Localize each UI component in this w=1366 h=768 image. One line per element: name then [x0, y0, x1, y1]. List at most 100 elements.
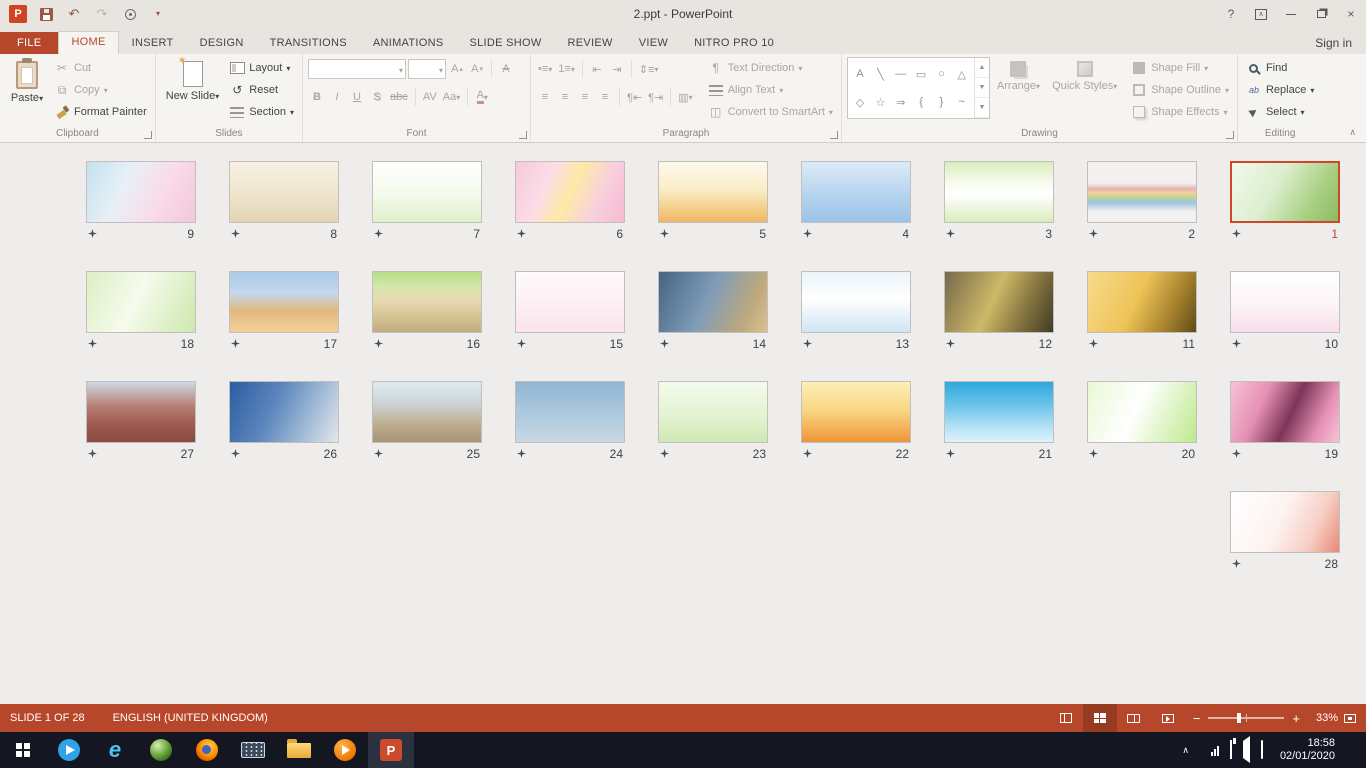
slide-show-button[interactable]: [1151, 704, 1185, 732]
tab-home[interactable]: HOME: [58, 31, 118, 54]
shape-brace-left[interactable]: {: [911, 88, 931, 116]
slide-thumbnail[interactable]: [944, 161, 1054, 223]
slide-thumbnail[interactable]: [944, 381, 1054, 443]
reset-button[interactable]: ↺Reset: [226, 79, 297, 101]
slide-thumbnail[interactable]: [1230, 491, 1340, 553]
zoom-slider-thumb[interactable]: [1237, 713, 1241, 723]
character-spacing-button[interactable]: AV: [421, 87, 439, 107]
volume-icon[interactable]: [1243, 741, 1250, 759]
align-text-button[interactable]: Align Text: [705, 79, 836, 101]
line-spacing-button[interactable]: ⇕≡: [637, 59, 661, 79]
taskbar-clock[interactable]: 18:58 02/01/2020: [1274, 737, 1341, 763]
format-painter-button[interactable]: Format Painter: [51, 101, 150, 123]
shape-diamond[interactable]: ◇: [850, 88, 870, 116]
shape-effects-button[interactable]: Shape Effects: [1128, 101, 1232, 123]
find-button[interactable]: Find: [1243, 57, 1317, 79]
slide-thumbnail[interactable]: [86, 381, 196, 443]
network-icon[interactable]: [1230, 741, 1232, 759]
change-case-button[interactable]: Aa: [441, 87, 462, 107]
slide-thumbnail[interactable]: [801, 381, 911, 443]
slide-thumbnail[interactable]: [801, 161, 911, 223]
slide-thumbnail[interactable]: [801, 271, 911, 333]
zoom-in-button[interactable]: +: [1292, 712, 1300, 725]
taskbar-media-player[interactable]: [322, 732, 368, 768]
taskbar-telegram[interactable]: [46, 732, 92, 768]
cellular-signal-icon[interactable]: [1211, 745, 1219, 756]
shape-line[interactable]: ╲: [870, 60, 890, 88]
slide-thumbnail[interactable]: [944, 271, 1054, 333]
zoom-level[interactable]: 33%: [1308, 712, 1338, 724]
undo-button[interactable]: ↶: [62, 3, 86, 25]
shape-rectangle[interactable]: ▭: [911, 60, 931, 88]
decrease-indent-button[interactable]: ⇤: [588, 59, 606, 79]
gallery-scroll-up[interactable]: ▲: [975, 58, 989, 78]
gallery-more-button[interactable]: ▼: [975, 98, 989, 118]
paragraph-dialog-launcher[interactable]: [830, 131, 838, 139]
align-right-button[interactable]: ≡: [576, 87, 594, 107]
tab-slide-show[interactable]: SLIDE SHOW: [456, 32, 554, 54]
tab-animations[interactable]: ANIMATIONS: [360, 32, 457, 54]
slide-thumbnail[interactable]: [372, 381, 482, 443]
paste-button[interactable]: Paste: [5, 57, 49, 106]
slide-thumbnail[interactable]: [1230, 271, 1340, 333]
save-button[interactable]: [34, 3, 58, 25]
section-button[interactable]: Section: [226, 101, 297, 123]
strikethrough-button[interactable]: abc: [388, 87, 410, 107]
replace-button[interactable]: abReplace: [1243, 79, 1317, 101]
tab-review[interactable]: REVIEW: [555, 32, 626, 54]
slide-thumbnail[interactable]: [658, 161, 768, 223]
slide-thumbnail[interactable]: [229, 271, 339, 333]
slide-thumbnail[interactable]: [515, 271, 625, 333]
app-icon[interactable]: P: [6, 3, 30, 25]
clear-formatting-button[interactable]: A: [497, 59, 515, 79]
shape-textbox[interactable]: A: [850, 60, 870, 88]
touch-keyboard-icon[interactable]: [1261, 741, 1263, 759]
grow-font-button[interactable]: A: [448, 59, 466, 79]
slide-thumbnail[interactable]: [658, 271, 768, 333]
hidden-icons-chevron[interactable]: ∧: [1182, 745, 1189, 756]
taskbar-internet-explorer[interactable]: e: [92, 732, 138, 768]
collapse-ribbon-button[interactable]: ∧: [1349, 127, 1356, 138]
font-color-button[interactable]: A: [473, 87, 491, 107]
zoom-out-button[interactable]: −: [1193, 712, 1201, 725]
slide-thumbnail[interactable]: [1087, 271, 1197, 333]
bold-button[interactable]: B: [308, 87, 326, 107]
quick-styles-button[interactable]: Quick Styles: [1047, 57, 1122, 94]
justify-button[interactable]: ≡: [596, 87, 614, 107]
tab-nitro-pro[interactable]: NITRO PRO 10: [681, 32, 787, 54]
ribbon-display-options-button[interactable]: ∧: [1246, 0, 1276, 28]
shape-fill-button[interactable]: Shape Fill: [1128, 57, 1232, 79]
shape-triangle[interactable]: △: [952, 60, 972, 88]
tab-transitions[interactable]: TRANSITIONS: [257, 32, 360, 54]
slide-thumbnail[interactable]: [86, 161, 196, 223]
layout-button[interactable]: Layout: [226, 57, 297, 79]
normal-view-button[interactable]: [1049, 704, 1083, 732]
shape-curve[interactable]: ~: [952, 88, 972, 116]
text-direction-button[interactable]: ¶Text Direction: [705, 57, 836, 79]
tab-design[interactable]: DESIGN: [187, 32, 257, 54]
shrink-font-button[interactable]: A: [468, 59, 486, 79]
slide-thumbnail[interactable]: [372, 271, 482, 333]
taskbar-file-explorer[interactable]: [276, 732, 322, 768]
slide-thumbnail[interactable]: [229, 381, 339, 443]
zoom-slider[interactable]: [1208, 717, 1284, 719]
shape-outline-button[interactable]: Shape Outline: [1128, 79, 1232, 101]
ltr-paragraph-button[interactable]: ¶⇥: [646, 87, 665, 107]
tab-view[interactable]: VIEW: [626, 32, 681, 54]
font-size-combo[interactable]: [408, 59, 446, 79]
fit-to-window-button[interactable]: [1344, 714, 1356, 723]
columns-button[interactable]: ▥: [676, 87, 694, 107]
taskbar-powerpoint[interactable]: P: [368, 732, 414, 768]
close-button[interactable]: ×: [1336, 0, 1366, 28]
shape-brace-right[interactable]: }: [931, 88, 951, 116]
align-left-button[interactable]: ≡: [536, 87, 554, 107]
new-slide-button[interactable]: New Slide: [161, 57, 225, 104]
gallery-scroll-down[interactable]: ▼: [975, 78, 989, 98]
sign-in-link[interactable]: Sign in: [1315, 36, 1366, 54]
slide-thumbnail[interactable]: [1230, 161, 1340, 223]
font-dialog-launcher[interactable]: [519, 131, 527, 139]
align-center-button[interactable]: ≡: [556, 87, 574, 107]
slide-thumbnail[interactable]: [1087, 161, 1197, 223]
slide-thumbnail[interactable]: [658, 381, 768, 443]
shape-ellipse[interactable]: ○: [931, 60, 951, 88]
